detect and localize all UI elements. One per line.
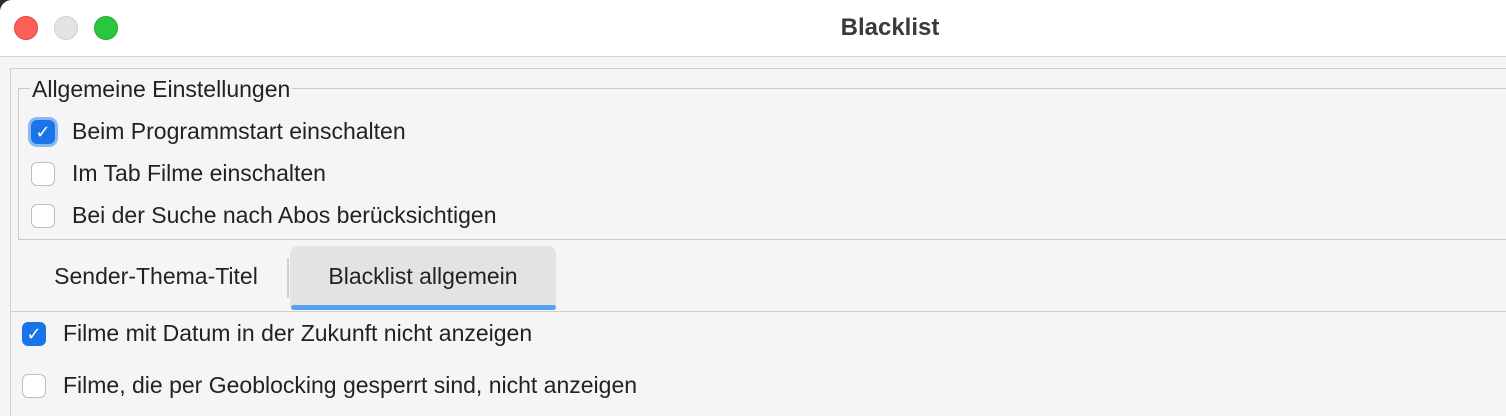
tab-sender-thema-titel[interactable]: Sender-Thema-Titel	[24, 246, 288, 306]
selected-tab-indicator	[291, 305, 556, 310]
films-tab-enable-label: Im Tab Filme einschalten	[72, 160, 326, 186]
checkmark-icon: ✓	[26, 323, 42, 344]
tab-bar: Sender-Thema-Titel Blacklist allgemein	[10, 246, 1506, 310]
geoblocking-option[interactable]: Filme, die per Geoblocking gesperrt sind…	[22, 372, 637, 399]
tab-blacklist-allgemein[interactable]: Blacklist allgemein	[290, 246, 556, 306]
abo-search-checkbox[interactable]	[31, 203, 55, 228]
blacklist-window: Blacklist Allgemeine Einstellungen ✓ Bei…	[0, 0, 1506, 416]
abo-search-option[interactable]: Bei der Suche nach Abos berücksichtigen	[31, 202, 497, 229]
films-tab-enable-checkbox[interactable]	[31, 161, 55, 186]
startup-enable-option[interactable]: ✓ Beim Programmstart einschalten	[31, 118, 406, 145]
window-title: Blacklist	[840, 14, 940, 41]
future-date-checkbox[interactable]: ✓	[22, 321, 46, 346]
films-tab-enable-option[interactable]: Im Tab Filme einschalten	[31, 160, 326, 187]
abo-search-label: Bei der Suche nach Abos berücksichtigen	[72, 202, 497, 228]
geoblocking-checkbox[interactable]	[22, 373, 46, 398]
tab-panel-border	[10, 311, 1506, 312]
title-bar: Blacklist	[0, 0, 1506, 57]
checkmark-icon: ✓	[35, 121, 51, 142]
tab-divider	[287, 258, 289, 298]
future-date-label: Filme mit Datum in der Zukunft nicht anz…	[63, 320, 533, 346]
future-date-option[interactable]: ✓ Filme mit Datum in der Zukunft nicht a…	[22, 320, 532, 347]
general-settings-legend: Allgemeine Einstellungen	[30, 76, 293, 103]
geoblocking-label: Filme, die per Geoblocking gesperrt sind…	[63, 372, 638, 398]
startup-enable-checkbox[interactable]: ✓	[31, 119, 55, 144]
startup-enable-label: Beim Programmstart einschalten	[72, 118, 406, 144]
